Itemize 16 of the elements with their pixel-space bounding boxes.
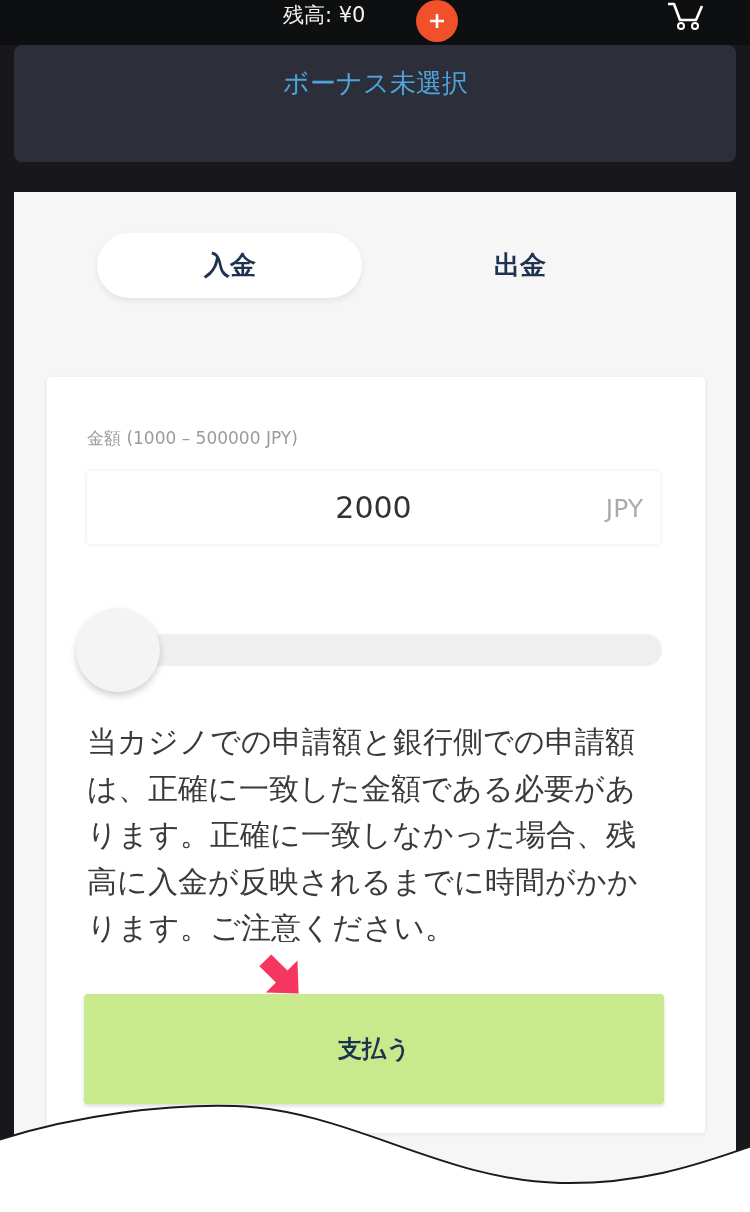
wallet-tab[interactable]: 入金: [97, 233, 362, 298]
currency-suffix: JPY: [605, 493, 643, 522]
plus-icon: [429, 13, 446, 29]
slider-thumb[interactable]: [76, 608, 160, 692]
balance-text: 残高: ¥0: [283, 2, 366, 28]
amount-label: 金額 (1000 – 500000 JPY): [87, 427, 299, 449]
slider-track[interactable]: [76, 608, 662, 692]
notice-text: 当カジノでの申請額と銀行側での申請額は、正確に一致した金額である必要があります。正確に一致しなかった場合、残高に入金が反映されるまでに時間がかかります。ご注意ください。: [87, 724, 639, 947]
bonus-panel[interactable]: ボーナス未選択: [14, 45, 736, 162]
cart-icon[interactable]: [666, 1, 706, 31]
add-funds-button[interactable]: [416, 0, 459, 42]
pointer-arrow: [259, 954, 299, 994]
amount-field[interactable]: 2000 JPY: [87, 471, 660, 544]
bonus-status-text: ボーナス未選択: [282, 67, 468, 99]
wallet-tab[interactable]: 出金: [387, 233, 652, 298]
pay-button[interactable]: 支払う: [84, 993, 664, 1104]
